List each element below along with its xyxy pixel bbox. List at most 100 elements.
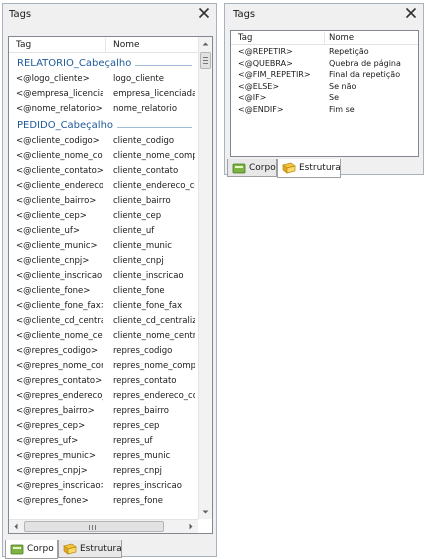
arrow-right-icon[interactable] xyxy=(184,520,198,533)
tag-cell: <@cliente_cnpj> xyxy=(16,256,90,266)
nome-cell: cliente_codigo xyxy=(113,136,175,146)
tag-cell: <@cliente_munic> xyxy=(16,241,98,251)
tag-cell: <@repres_fone> xyxy=(16,496,89,506)
list-item[interactable]: <@repres_codigo> repres_codigo xyxy=(9,344,198,359)
list-item[interactable]: <@repres_fone> repres_fone xyxy=(9,494,198,509)
group-header: RELATORIO_Cabeçalho xyxy=(9,55,198,72)
left-panel-title: Tags xyxy=(9,9,32,20)
nome-cell: cliente_uf xyxy=(113,226,155,236)
left-horizontal-scrollbar[interactable] xyxy=(9,519,198,533)
close-icon[interactable] xyxy=(405,7,417,19)
grip-line xyxy=(89,525,90,530)
list-item[interactable]: <@cliente_munic> cliente_munic xyxy=(9,239,198,254)
scroll-up-button[interactable] xyxy=(199,37,212,51)
tab-corpo-label: Corpo xyxy=(249,163,276,173)
tag-cell: <@repres_uf> xyxy=(16,436,79,446)
nome-cell: cliente_nome_centralizador xyxy=(113,331,195,341)
close-icon[interactable] xyxy=(198,7,210,19)
nome-cell: repres_contato xyxy=(113,376,177,386)
list-item[interactable]: <@cliente_uf> cliente_uf xyxy=(9,224,198,239)
arrow-left-icon[interactable] xyxy=(9,520,23,533)
tag-cell: <@repres_cep> xyxy=(16,421,86,431)
list-item[interactable]: <@ENDIF> Fim se xyxy=(231,105,418,117)
nome-cell: Quebra de página xyxy=(329,58,401,68)
nome-cell: repres_cnpj xyxy=(113,466,162,476)
list-item[interactable]: <@REPETIR> Repetição xyxy=(231,47,418,59)
estrutura-tab-icon xyxy=(63,543,77,555)
list-item[interactable]: <@cliente_nome_completo> cliente_nome_com… xyxy=(9,149,198,164)
nome-cell: repres_munic xyxy=(113,451,171,461)
column-header-nome[interactable]: Nome xyxy=(329,33,354,43)
list-item[interactable]: <@cliente_codigo> cliente_codigo xyxy=(9,134,198,149)
left-tags-panel: Tags Tag Nome RELATORIO_Cabeçalho <@logo_… xyxy=(2,3,217,559)
left-panel-title-bar: Tags xyxy=(3,4,216,26)
list-item[interactable]: <@nome_relatorio> nome_relatorio xyxy=(9,102,198,117)
list-item[interactable]: <@repres_endereco_completo> repres_endere… xyxy=(9,389,198,404)
scroll-thumb[interactable] xyxy=(200,52,211,69)
grip-line xyxy=(92,525,93,530)
list-item[interactable]: <@repres_cnpj> repres_cnpj xyxy=(9,464,198,479)
list-item[interactable]: <@cliente_inscricao> cliente_inscricao xyxy=(9,269,198,284)
grip-line xyxy=(203,63,208,64)
list-item[interactable]: <@repres_bairro> repres_bairro xyxy=(9,404,198,419)
tab-estrutura[interactable]: Estrutura xyxy=(58,540,122,558)
tag-cell: <@repres_munic> xyxy=(16,451,96,461)
arrow-down-icon xyxy=(202,510,209,514)
column-header-tag[interactable]: Tag xyxy=(238,33,252,43)
tag-cell: <@cliente_contato> xyxy=(16,166,103,176)
tag-cell: <@cliente_uf> xyxy=(16,226,80,236)
left-vertical-scrollbar[interactable] xyxy=(198,37,212,519)
grip-line xyxy=(95,525,96,530)
scroll-down-button[interactable] xyxy=(199,505,212,519)
list-item[interactable]: <@cliente_nome_centralizador> cliente_nom… xyxy=(9,329,198,344)
list-item[interactable]: <@cliente_fone_fax> cliente_fone_fax xyxy=(9,299,198,314)
list-item[interactable]: <@repres_contato> repres_contato xyxy=(9,374,198,389)
right-list-header: Tag Nome xyxy=(231,31,418,45)
estrutura-tab-icon xyxy=(282,162,296,174)
list-item[interactable]: <@repres_munic> repres_munic xyxy=(9,449,198,464)
tab-estrutura[interactable]: Estrutura xyxy=(277,159,341,178)
list-item[interactable]: <@ELSE> Se não xyxy=(231,82,418,94)
list-item[interactable]: <@cliente_cd_centralizador> cliente_cd_ce… xyxy=(9,314,198,329)
list-item[interactable]: <@FIM_REPETIR> Final da repetição xyxy=(231,70,418,82)
list-item[interactable]: <@cliente_cnpj> cliente_cnpj xyxy=(9,254,198,269)
list-item[interactable]: <@logo_cliente> logo_cliente xyxy=(9,72,198,87)
left-tags-list[interactable]: Tag Nome RELATORIO_Cabeçalho <@logo_clien… xyxy=(8,36,213,534)
column-divider[interactable] xyxy=(105,38,106,52)
right-tags-list[interactable]: Tag Nome <@REPETIR> Repetição <@QUEBRA> Que… xyxy=(230,30,419,157)
right-rows-container: <@REPETIR> Repetição <@QUEBRA> Quebra de pá… xyxy=(231,47,418,116)
tag-cell: <@repres_nome_completo> xyxy=(16,361,103,371)
list-item[interactable]: <@repres_inscricao> repres_inscricao xyxy=(9,479,198,494)
list-item[interactable]: <@cliente_cep> cliente_cep xyxy=(9,209,198,224)
tag-cell: <@cliente_nome_centralizador> xyxy=(16,331,103,341)
nome-cell: cliente_inscricao xyxy=(113,271,184,281)
list-item[interactable]: <@cliente_fone> cliente_fone xyxy=(9,284,198,299)
corpo-tab-icon xyxy=(10,544,24,555)
nome-cell: repres_nome_completo xyxy=(113,361,195,371)
nome-cell: cliente_contato xyxy=(113,166,179,176)
tab-corpo[interactable]: Corpo xyxy=(227,159,277,177)
list-item[interactable]: <@QUEBRA> Quebra de página xyxy=(231,59,418,71)
column-divider[interactable] xyxy=(324,32,325,44)
list-item[interactable]: <@cliente_endereco_completo> cliente_ende… xyxy=(9,179,198,194)
nome-cell: repres_endereco_completo xyxy=(113,391,195,401)
list-item[interactable]: <@cliente_contato> cliente_contato xyxy=(9,164,198,179)
nome-cell: Se xyxy=(329,93,339,102)
column-header-nome[interactable]: Nome xyxy=(113,40,140,50)
list-item[interactable]: <@repres_cep> repres_cep xyxy=(9,419,198,434)
column-header-tag[interactable]: Tag xyxy=(16,40,31,50)
nome-cell: repres_cep xyxy=(113,421,160,431)
list-item[interactable]: <@repres_uf> repres_uf xyxy=(9,434,198,449)
tag-cell: <@cliente_bairro> xyxy=(16,196,97,206)
left-rows-container: RELATORIO_Cabeçalho <@logo_cliente> logo_c… xyxy=(9,55,198,509)
list-item[interactable]: <@empresa_licenciada> empresa_licenciada xyxy=(9,87,198,102)
list-item[interactable]: <@cliente_bairro> cliente_bairro xyxy=(9,194,198,209)
arrow-up-icon xyxy=(202,42,209,46)
tag-cell: <@nome_relatorio> xyxy=(16,104,103,114)
list-item[interactable]: <@repres_nome_completo> repres_nome_compl… xyxy=(9,359,198,374)
tag-cell: <@QUEBRA> xyxy=(238,58,293,68)
list-item[interactable]: <@IF> Se xyxy=(231,93,418,105)
tag-cell: <@repres_bairro> xyxy=(16,406,95,416)
tab-corpo[interactable]: Corpo xyxy=(5,540,58,559)
horizontal-scroll-thumb[interactable] xyxy=(24,521,164,532)
